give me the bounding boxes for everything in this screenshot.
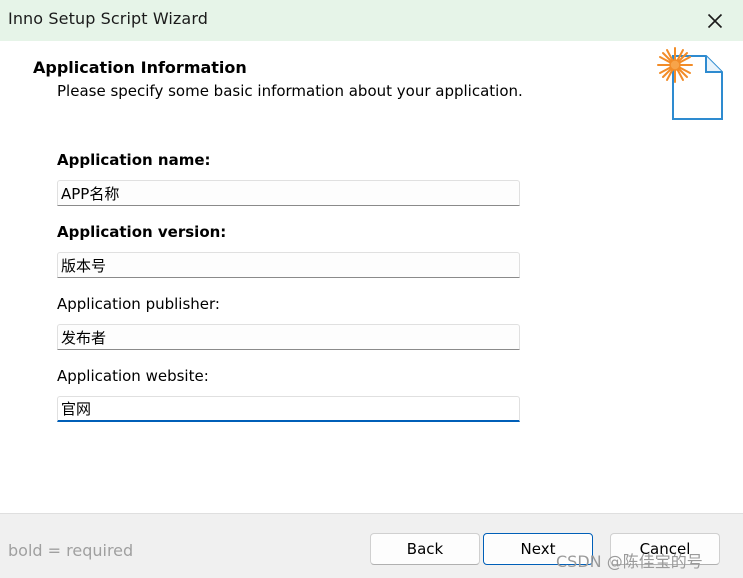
close-icon — [707, 13, 723, 28]
app-version-input[interactable] — [57, 252, 520, 278]
wizard-document-icon — [657, 47, 723, 120]
app-name-input[interactable] — [57, 180, 520, 206]
page-title: Application Information — [33, 58, 247, 77]
watermark: CSDN @陈佳宝的号 — [556, 552, 703, 571]
app-publisher-input[interactable] — [57, 324, 520, 350]
window-title: Inno Setup Script Wizard — [8, 9, 208, 28]
back-button[interactable]: Back — [370, 533, 480, 565]
wizard-window: Inno Setup Script Wizard Application Inf… — [0, 0, 743, 578]
required-hint: bold = required — [8, 541, 134, 560]
title-bar[interactable]: Inno Setup Script Wizard — [0, 0, 743, 41]
app-website-label: Application website: — [57, 367, 209, 385]
app-publisher-label: Application publisher: — [57, 295, 220, 313]
app-website-input[interactable] — [57, 396, 520, 422]
page-subtitle: Please specify some basic information ab… — [57, 82, 523, 100]
app-name-label: Application name: — [57, 151, 211, 169]
close-button[interactable] — [687, 0, 743, 41]
app-version-label: Application version: — [57, 223, 227, 241]
